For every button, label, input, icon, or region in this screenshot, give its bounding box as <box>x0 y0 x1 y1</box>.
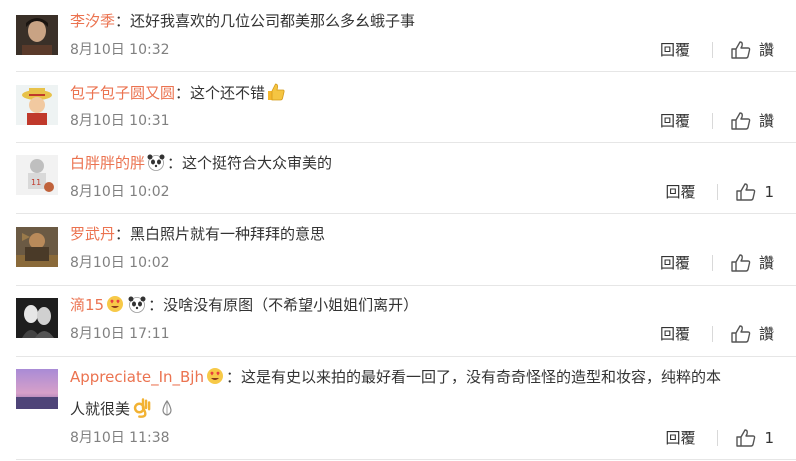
pray-emoji <box>162 399 172 416</box>
avatar[interactable] <box>16 369 58 409</box>
action-separator <box>711 42 713 58</box>
comment-line: 滴15 ：没啥没有原图（不希望小姐姐们离开） <box>70 294 418 316</box>
username-link[interactable]: 李汐季 <box>70 12 115 30</box>
comment-text: ：这个还不错 <box>175 84 266 102</box>
reply-button[interactable]: 回覆 <box>660 112 690 130</box>
thumbs-up-emoji <box>268 83 285 101</box>
comment-actions: 回覆 讚 <box>660 112 774 130</box>
like-count: 1 <box>764 429 774 447</box>
like-button[interactable]: 1 <box>736 183 774 201</box>
thumbs-up-icon <box>736 183 756 201</box>
like-count: 1 <box>764 183 774 201</box>
thumbs-up-icon <box>731 325 751 343</box>
username-link[interactable]: 白胖胖的胖 <box>70 154 145 172</box>
comment-line: 罗武丹：黑白照片就有一种拜拜的意思 <box>70 223 325 245</box>
username-link[interactable]: 罗武丹 <box>70 225 115 243</box>
reply-button[interactable]: 回覆 <box>665 429 695 447</box>
thumbs-up-icon <box>731 112 751 130</box>
comment-line: 李汐季：还好我喜欢的几位公司都美那么多幺蛾子事 <box>70 10 415 32</box>
divider <box>16 142 796 143</box>
comment-list: 李汐季：还好我喜欢的几位公司都美那么多幺蛾子事 8月10日 10:32 回覆 讚… <box>0 0 796 461</box>
panda-emoji <box>128 296 146 313</box>
comment-actions: 回覆 讚 <box>660 41 774 59</box>
reply-button[interactable]: 回覆 <box>660 254 690 272</box>
action-separator <box>711 255 713 271</box>
comment-actions: 回覆 1 <box>665 183 774 201</box>
thumbs-up-icon <box>731 254 751 272</box>
divider <box>16 356 796 357</box>
heart-eyes-emoji <box>206 368 223 384</box>
divider <box>16 213 796 214</box>
comment-time: 8月10日 10:02 <box>70 184 170 200</box>
avatar[interactable] <box>16 15 58 55</box>
action-separator <box>717 184 719 200</box>
like-label: 讚 <box>758 41 774 59</box>
comment-line-2: 人就很美 <box>70 397 178 420</box>
like-button[interactable]: 讚 <box>731 254 774 272</box>
like-button[interactable]: 讚 <box>731 41 774 59</box>
comment-text: ：没啥没有原图（不希望小姐姐们离开） <box>148 296 419 314</box>
comment-text: ：黑白照片就有一种拜拜的意思 <box>115 225 326 243</box>
comment-line: 包子包子圆又圆：这个还不错 <box>70 82 287 104</box>
comment-time: 8月10日 10:02 <box>70 255 170 271</box>
divider <box>16 459 796 460</box>
like-label: 讚 <box>758 254 774 272</box>
avatar[interactable] <box>16 298 58 338</box>
reply-button[interactable]: 回覆 <box>660 325 690 343</box>
comment-actions: 回覆 1 <box>665 429 774 447</box>
like-button[interactable]: 1 <box>736 429 774 447</box>
heart-eyes-emoji <box>107 296 124 312</box>
comment-time: 8月10日 17:11 <box>70 326 170 342</box>
svg-text:11: 11 <box>31 178 41 187</box>
comment-time: 8月10日 10:31 <box>70 113 170 129</box>
panda-emoji <box>147 154 165 171</box>
action-separator <box>711 326 713 342</box>
comment-time: 8月10日 10:32 <box>70 42 170 58</box>
thumbs-up-icon <box>736 429 756 447</box>
username-link[interactable]: 包子包子圆又圆 <box>70 84 175 102</box>
like-button[interactable]: 讚 <box>731 325 774 343</box>
reply-button[interactable]: 回覆 <box>660 41 690 59</box>
reply-button[interactable]: 回覆 <box>665 183 695 201</box>
thumbs-up-icon <box>731 41 751 59</box>
comment-text: ：还好我喜欢的几位公司都美那么多幺蛾子事 <box>115 12 416 30</box>
comment-actions: 回覆 讚 <box>660 325 774 343</box>
username-link[interactable]: 滴15 <box>70 296 104 314</box>
divider <box>16 71 796 72</box>
comment-text: ：这是有史以来拍的最好看一回了，没有奇奇怪怪的造型和妆容，纯粹的本 <box>225 368 721 386</box>
avatar[interactable] <box>16 85 58 125</box>
comment-actions: 回覆 讚 <box>660 254 774 272</box>
username-link[interactable]: Appreciate_In_Bjh <box>70 368 204 386</box>
action-separator <box>717 430 719 446</box>
comment-line: Appreciate_In_Bjh ：这是有史以来拍的最好看一回了，没有奇奇怪怪的… <box>70 366 721 388</box>
avatar[interactable] <box>16 227 58 267</box>
like-label: 讚 <box>758 325 774 343</box>
comment-line: 白胖胖的胖 ：这个挺符合大众审美的 <box>70 152 332 174</box>
like-button[interactable]: 讚 <box>731 112 774 130</box>
comment-time: 8月10日 11:38 <box>70 430 170 446</box>
action-separator <box>711 113 713 129</box>
comment-text-continued: 人就很美 <box>70 400 131 418</box>
divider <box>16 285 796 286</box>
like-label: 讚 <box>758 112 774 130</box>
ok-hand-emoji <box>133 398 151 418</box>
comment-text: ：这个挺符合大众审美的 <box>167 154 333 172</box>
avatar[interactable]: 11 <box>16 155 58 195</box>
